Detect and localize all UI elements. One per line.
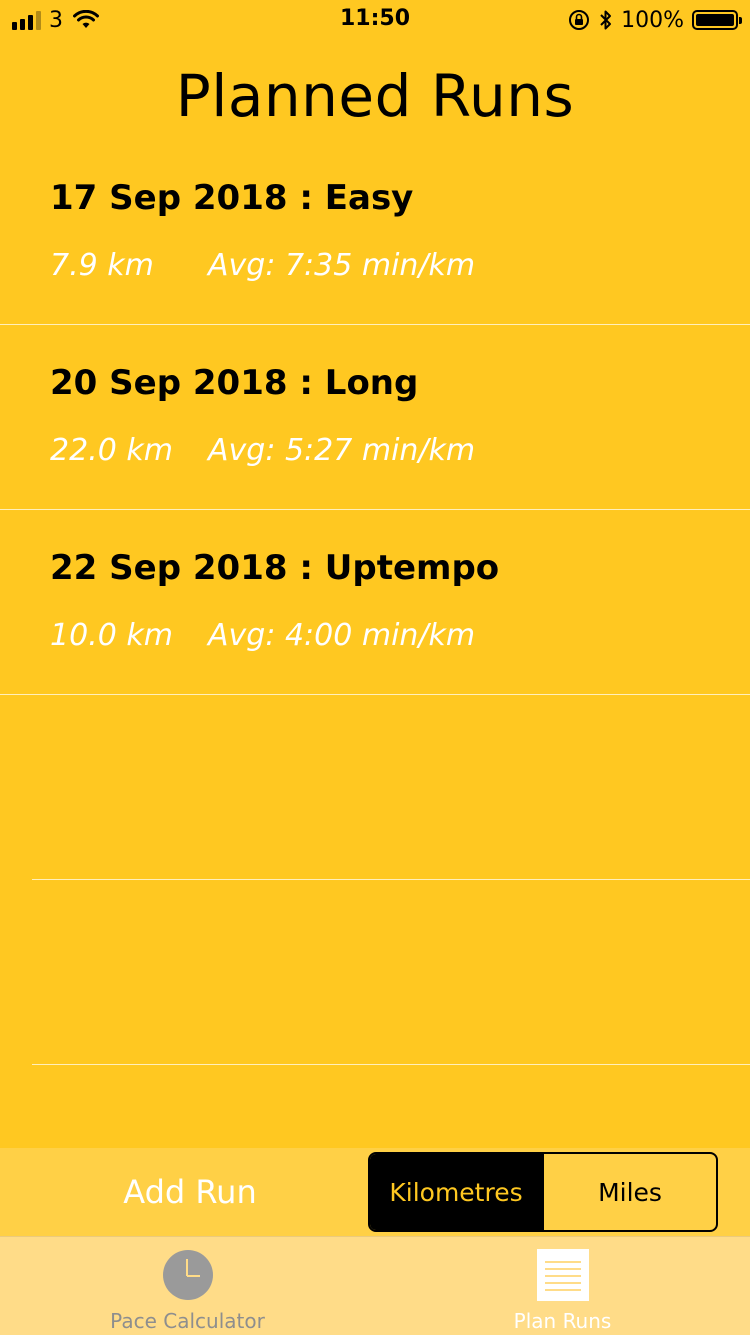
- bluetooth-icon: [600, 10, 612, 30]
- run-average-pace: Avg: 4:00 min/km: [208, 618, 476, 653]
- run-row[interactable]: 22 Sep 2018 : Uptempo 10.0 km Avg: 4:00 …: [0, 510, 750, 695]
- run-distance: 7.9 km: [50, 248, 154, 283]
- run-distance: 22.0 km: [50, 433, 173, 468]
- rotation-lock-icon: [569, 10, 590, 30]
- run-average-pace: Avg: 7:35 min/km: [208, 248, 476, 283]
- run-title: 17 Sep 2018 : Easy: [50, 178, 414, 218]
- tab-label: Plan Runs: [513, 1309, 612, 1333]
- add-run-button[interactable]: Add Run: [90, 1148, 290, 1236]
- run-row[interactable]: 20 Sep 2018 : Long 22.0 km Avg: 5:27 min…: [0, 325, 750, 510]
- run-row[interactable]: 17 Sep 2018 : Easy 7.9 km Avg: 7:35 min/…: [0, 140, 750, 325]
- clock-icon: [163, 1250, 213, 1300]
- run-average-pace: Avg: 5:27 min/km: [208, 433, 476, 468]
- page-title: Planned Runs: [175, 62, 575, 130]
- run-title: 22 Sep 2018 : Uptempo: [50, 548, 500, 588]
- battery-percentage: 100%: [621, 7, 684, 33]
- status-bar: 3 11:50 100%: [0, 0, 750, 40]
- tab-plan-runs[interactable]: Plan Runs: [375, 1237, 750, 1335]
- empty-row: [32, 695, 750, 880]
- tab-bar: Pace Calculator Plan Runs: [0, 1236, 750, 1335]
- status-right: 100%: [567, 6, 742, 34]
- run-title: 20 Sep 2018 : Long: [50, 363, 419, 403]
- empty-row: [32, 880, 750, 1065]
- list-icon: [537, 1249, 589, 1301]
- units-segmented-control: Kilometres Miles: [368, 1152, 718, 1232]
- units-kilometres-segment[interactable]: Kilometres: [370, 1154, 542, 1230]
- units-miles-segment[interactable]: Miles: [542, 1154, 716, 1230]
- battery-icon: [692, 10, 742, 30]
- tab-pace-calculator[interactable]: Pace Calculator: [0, 1237, 375, 1335]
- run-controls: Add Run Kilometres Miles: [0, 1148, 750, 1236]
- run-distance: 10.0 km: [50, 618, 173, 653]
- runs-list: 17 Sep 2018 : Easy 7.9 km Avg: 7:35 min/…: [0, 140, 750, 1065]
- tab-label: Pace Calculator: [110, 1309, 265, 1333]
